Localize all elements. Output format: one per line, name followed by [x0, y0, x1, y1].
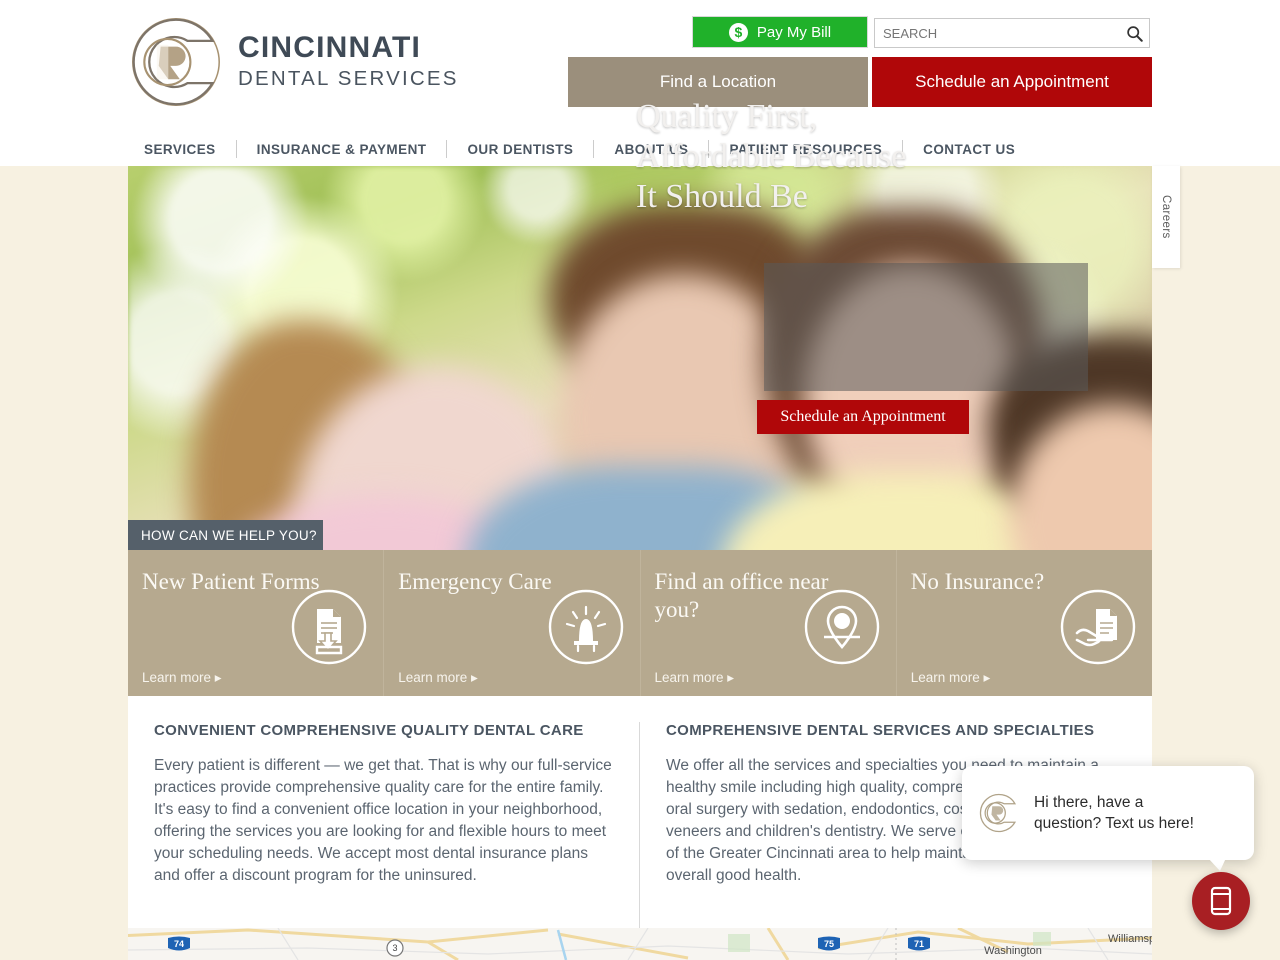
emergency-light-icon — [548, 589, 624, 670]
mobile-phone-icon — [1210, 886, 1232, 916]
chat-prompt-line-1: Hi there, have a — [1034, 794, 1144, 811]
quick-card-learn-more[interactable]: Learn more ▸ — [911, 670, 991, 686]
logo-name-secondary: DENTAL SERVICES — [238, 66, 459, 90]
hero-text-scrim — [764, 263, 1088, 391]
site-logo[interactable]: CINCINNATI DENTAL SERVICES — [128, 14, 459, 110]
pay-my-bill-label: Pay My Bill — [756, 23, 832, 41]
hero-schedule-appointment-button[interactable]: Schedule an Appointment — [757, 400, 969, 434]
map-label-washington: Washington — [984, 945, 1042, 957]
search-box[interactable] — [874, 18, 1150, 48]
quick-card-learn-more[interactable]: Learn more ▸ — [655, 670, 735, 686]
hero-banner — [128, 166, 1152, 550]
quick-card-find-an-office[interactable]: Find an office near you? Learn more ▸ — [641, 550, 897, 696]
svg-text:71: 71 — [914, 939, 924, 949]
svg-text:75: 75 — [824, 939, 834, 949]
how-can-we-help-tab: HOW CAN WE HELP YOU? — [128, 520, 323, 550]
chat-prompt-line-2: question? Text us here! — [1034, 815, 1194, 832]
intro-left-heading: CONVENIENT COMPREHENSIVE QUALITY DENTAL … — [154, 722, 584, 739]
how-can-we-help-label: HOW CAN WE HELP YOU? — [141, 527, 317, 543]
page-root: CINCINNATI DENTAL SERVICES $ Pay My Bill… — [0, 0, 1280, 960]
map-shield-71: 71 — [908, 936, 930, 951]
document-download-icon — [291, 589, 367, 670]
schedule-appointment-label: Schedule an Appointment — [915, 72, 1109, 91]
svg-text:3: 3 — [392, 943, 397, 953]
map-pin-icon — [804, 589, 880, 670]
logo-name-primary: CINCINNATI — [238, 31, 422, 65]
hero-headline-line-1: Quality First, — [636, 98, 818, 135]
svg-text:74: 74 — [174, 939, 184, 949]
quick-links-row: New Patient Forms Learn more ▸ Emergency… — [128, 550, 1152, 696]
hero-headline-line-3: It Should Be — [636, 178, 808, 215]
map-graphic: 74 3 75 71 Washington Williamsport — [128, 928, 1152, 960]
hero-headline-line-2: Affordable Because — [636, 138, 907, 175]
hero-cta-label: Schedule an Appointment — [780, 408, 946, 425]
chat-brand-logo-icon — [979, 793, 1017, 833]
intro-left-body: Every patient is different — we get that… — [154, 757, 612, 884]
map-route-3: 3 — [386, 939, 404, 957]
quick-card-new-patient-forms[interactable]: New Patient Forms Learn more ▸ — [128, 550, 385, 696]
nav-item-our-dentists[interactable]: OUR DENTISTS — [447, 142, 593, 157]
quick-card-emergency-care[interactable]: Emergency Care Learn more ▸ — [384, 550, 641, 696]
search-input[interactable] — [875, 20, 1119, 46]
map-label-williamsport: Williamsport — [1108, 933, 1152, 945]
hand-holding-document-icon — [1060, 589, 1136, 670]
map-shield-75: 75 — [818, 936, 840, 951]
quick-card-learn-more[interactable]: Learn more ▸ — [398, 670, 478, 686]
chat-prompt-bubble[interactable]: Hi there, have a question? Text us here! — [962, 766, 1254, 871]
nav-item-services[interactable]: SERVICES — [128, 142, 236, 157]
hero-headline: Quality First, Affordable Because It Sho… — [636, 97, 1096, 217]
cincinnati-dental-logo-icon — [132, 18, 220, 106]
nav-item-insurance-payment[interactable]: INSURANCE & PAYMENT — [237, 142, 447, 157]
locations-map[interactable]: 74 3 75 71 Washington Williamsport — [128, 928, 1152, 960]
map-shield-74: 74 — [168, 936, 190, 951]
intro-right-heading: COMPREHENSIVE DENTAL SERVICES AND SPECIA… — [666, 722, 1095, 739]
dollar-icon: $ — [728, 22, 748, 42]
intro-column-left: CONVENIENT COMPREHENSIVE QUALITY DENTAL … — [128, 722, 640, 928]
pay-my-bill-button[interactable]: $ Pay My Bill — [692, 16, 868, 48]
find-a-location-label: Find a Location — [659, 72, 777, 91]
careers-tab-label: Careers — [1160, 195, 1172, 239]
search-icon[interactable] — [1119, 25, 1149, 42]
careers-side-tab[interactable]: Careers — [1152, 166, 1180, 268]
quick-card-no-insurance[interactable]: No Insurance? Learn more ▸ — [897, 550, 1152, 696]
quick-card-learn-more[interactable]: Learn more ▸ — [142, 670, 222, 686]
chat-prompt-text: Hi there, have a question? Text us here! — [1034, 792, 1194, 834]
chat-launcher-button[interactable] — [1192, 872, 1250, 930]
